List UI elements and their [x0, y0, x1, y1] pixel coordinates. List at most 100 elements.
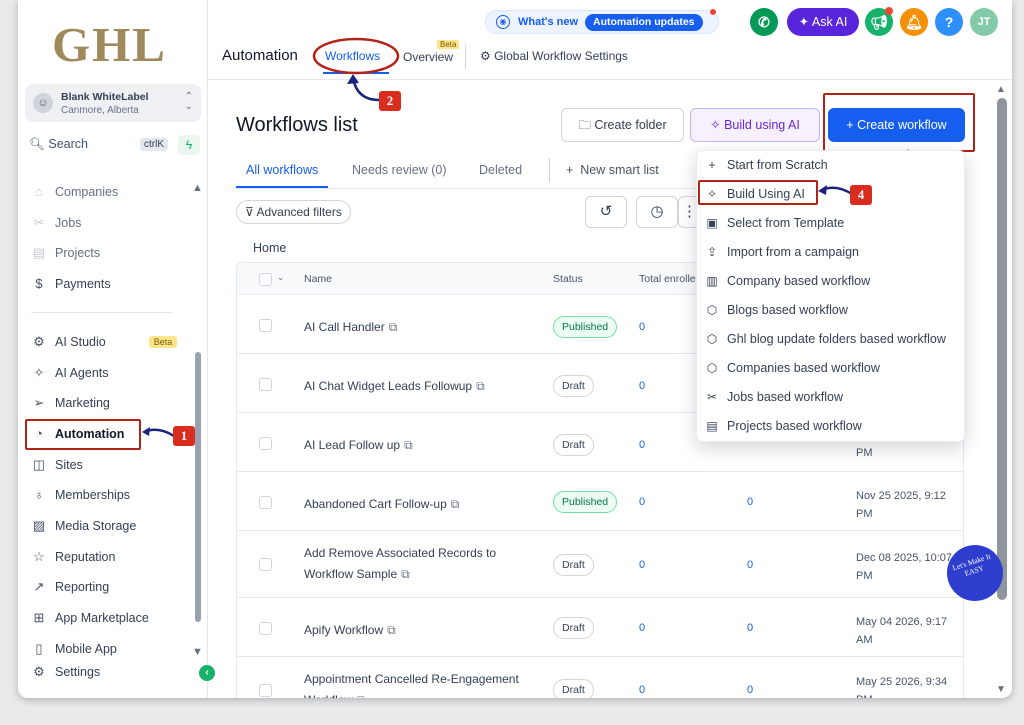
external-link-icon[interactable]: ⧉ — [357, 693, 366, 698]
building-icon: ▥ — [706, 274, 718, 288]
menu-item-company-based[interactable]: ▥ Company based workflow — [705, 274, 870, 288]
tab-overview[interactable]: Overview — [403, 50, 453, 64]
sidebar-item-app-marketplace[interactable]: ⊞ App Marketplace — [31, 610, 149, 626]
collapse-sidebar-icon[interactable]: ‹ — [199, 665, 215, 681]
create-folder-button[interactable]: 🗀︎ Create folder — [561, 108, 684, 142]
annotation-box-create-workflow — [823, 93, 975, 152]
sidebar-divider — [31, 312, 173, 313]
row-checkbox[interactable] — [259, 378, 272, 391]
total-enrolled[interactable]: 0 — [639, 496, 645, 508]
sidebar-scrollbar[interactable] — [195, 352, 201, 622]
sidebar-item-memberships[interactable]: ♁ Memberships — [31, 487, 130, 503]
row-checkbox[interactable] — [259, 319, 272, 332]
total-enrolled[interactable]: 0 — [639, 559, 645, 571]
total-enrolled[interactable]: 0 — [639, 321, 645, 333]
external-link-icon[interactable]: ⧉ — [389, 320, 398, 334]
sidebar-item-settings[interactable]: ⚙ Settings — [31, 664, 100, 680]
ai-studio-icon: ⚙ — [33, 334, 45, 349]
menu-item-ghl-blog-update-folders[interactable]: ⬡ Ghl blog update folders based workflow — [705, 332, 946, 346]
menu-item-select-from-template[interactable]: ▣ Select from Template — [705, 216, 844, 230]
bell-icon[interactable]: 🔔︎ — [900, 8, 928, 36]
main-scrollbar[interactable] — [997, 98, 1007, 600]
workflow-name: Apify Workflow ⧉ — [304, 623, 396, 637]
sidebar-item-payments[interactable]: $ Payments — [31, 276, 110, 292]
row-checkbox[interactable] — [259, 496, 272, 509]
sidebar-item-mobile-app[interactable]: ▯ Mobile App — [31, 641, 116, 657]
active-count[interactable]: 0 — [747, 684, 753, 696]
total-enrolled[interactable]: 0 — [639, 380, 645, 392]
menu-item-import-from-campaign[interactable]: ⇪ Import from a campaign — [705, 245, 859, 259]
history-icon[interactable]: ↺ — [585, 196, 627, 228]
logo: GHL — [52, 17, 167, 72]
advanced-filters-button[interactable]: ⊽ Advanced filters — [236, 200, 351, 224]
chevron-down-icon[interactable]: ⌄ — [277, 272, 285, 283]
ask-ai-button[interactable]: ✦ Ask AI — [787, 8, 859, 36]
sidebar-item-reporting[interactable]: ↗ Reporting — [31, 579, 110, 595]
menu-item-companies-based[interactable]: ⬡ Companies based workflow — [705, 361, 880, 375]
subtab-deleted[interactable]: Deleted — [479, 163, 522, 177]
build-using-ai-button[interactable]: ✧ Build using AI — [690, 108, 820, 142]
tab-global-workflow-settings[interactable]: ⚙ Global Workflow Settings — [480, 49, 628, 63]
external-link-icon[interactable]: ⧉ — [387, 623, 396, 637]
menu-item-start-from-scratch[interactable]: + Start from Scratch — [705, 158, 827, 172]
subtab-all-workflows[interactable]: All workflows — [246, 163, 318, 177]
table-row[interactable]: Abandoned Cart Follow-up ⧉ Published 0 0 … — [237, 472, 963, 531]
subtab-baseline — [236, 188, 696, 189]
search-icon: 🔍︎ — [29, 137, 45, 151]
search-button[interactable]: 🔍︎ Search — [29, 137, 88, 152]
quick-action-bolt-icon[interactable]: ϟ — [178, 135, 200, 155]
main-scroll-down-icon[interactable]: ▼ — [996, 684, 1006, 695]
row-checkbox[interactable] — [259, 684, 272, 697]
breadcrumb-home[interactable]: Home — [253, 241, 286, 255]
new-smart-list-button[interactable]: + New smart list — [566, 163, 659, 177]
sidebar-item-reputation[interactable]: ☆ Reputation — [31, 549, 115, 565]
table-row[interactable]: Apify Workflow ⧉ Draft 0 0 May 04 2026, 9… — [237, 598, 963, 657]
sidebar-item-marketing[interactable]: ➢ Marketing — [31, 395, 110, 411]
column-header-status[interactable]: Status — [553, 273, 583, 285]
select-all-checkbox[interactable] — [259, 273, 272, 286]
annotation-arrow-1 — [142, 427, 175, 438]
column-header-name[interactable]: Name — [304, 273, 332, 285]
external-link-icon[interactable]: ⧉ — [401, 567, 410, 581]
account-name: Blank WhiteLabel — [61, 91, 149, 103]
whats-new-pill[interactable]: ◉ What's new Automation updates — [485, 9, 719, 34]
menu-item-projects-based[interactable]: ▤ Projects based workflow — [705, 419, 861, 433]
total-enrolled[interactable]: 0 — [639, 439, 645, 451]
account-switcher[interactable]: ☺ Blank WhiteLabel Canmore, Alberta ⌃ ⌄ — [25, 84, 201, 122]
sidebar-item-sites[interactable]: ◫ Sites — [31, 457, 83, 473]
total-enrolled[interactable]: 0 — [639, 622, 645, 634]
user-avatar[interactable]: JT — [970, 8, 998, 36]
external-link-icon[interactable]: ⧉ — [476, 379, 485, 393]
clock-icon[interactable]: ◷ — [636, 196, 678, 228]
main-scroll-up-icon[interactable]: ▲ — [996, 84, 1006, 95]
sidebar-item-media-storage[interactable]: ▨ Media Storage — [31, 518, 136, 534]
sidebar-item-ai-agents[interactable]: ✧ AI Agents — [31, 365, 109, 381]
row-checkbox[interactable] — [259, 437, 272, 450]
help-icon[interactable]: ? — [935, 8, 963, 36]
total-enrolled[interactable]: 0 — [639, 684, 645, 696]
table-row[interactable]: Add Remove Associated Records to Workflo… — [237, 531, 963, 598]
sidebar-item-jobs[interactable]: ✂ Jobs — [31, 215, 82, 231]
workflow-name: AI Chat Widget Leads Followup ⧉ — [304, 379, 485, 393]
active-count[interactable]: 0 — [747, 559, 753, 571]
scroll-up-icon[interactable]: ▲ — [192, 182, 203, 194]
template-icon: ▣ — [706, 216, 718, 230]
active-count[interactable]: 0 — [747, 496, 753, 508]
external-link-icon[interactable]: ⧉ — [404, 438, 413, 452]
sidebar-item-ai-studio[interactable]: ⚙ AI Studio Beta — [31, 334, 178, 350]
sidebar-item-companies[interactable]: ⌂ Companies — [31, 184, 118, 200]
menu-item-jobs-based[interactable]: ✂ Jobs based workflow — [705, 390, 843, 404]
scroll-down-icon[interactable]: ▼ — [192, 646, 203, 658]
subtab-needs-review[interactable]: Needs review (0) — [352, 163, 446, 177]
table-row[interactable]: Appointment Cancelled Re-Engagement Work… — [237, 657, 963, 698]
active-count[interactable]: 0 — [747, 622, 753, 634]
automation-updates-badge[interactable]: Automation updates — [585, 14, 703, 31]
sidebar-item-projects[interactable]: ▤ Projects — [31, 245, 100, 261]
row-checkbox[interactable] — [259, 622, 272, 635]
phone-icon[interactable]: ✆ — [750, 8, 778, 36]
cube-icon: ⬡ — [706, 332, 718, 346]
row-checkbox[interactable] — [259, 558, 272, 571]
external-link-icon[interactable]: ⧉ — [451, 497, 460, 511]
menu-item-blogs-based[interactable]: ⬡ Blogs based workflow — [705, 303, 848, 317]
column-header-total-enrolled[interactable]: Total enrolle — [639, 273, 696, 285]
